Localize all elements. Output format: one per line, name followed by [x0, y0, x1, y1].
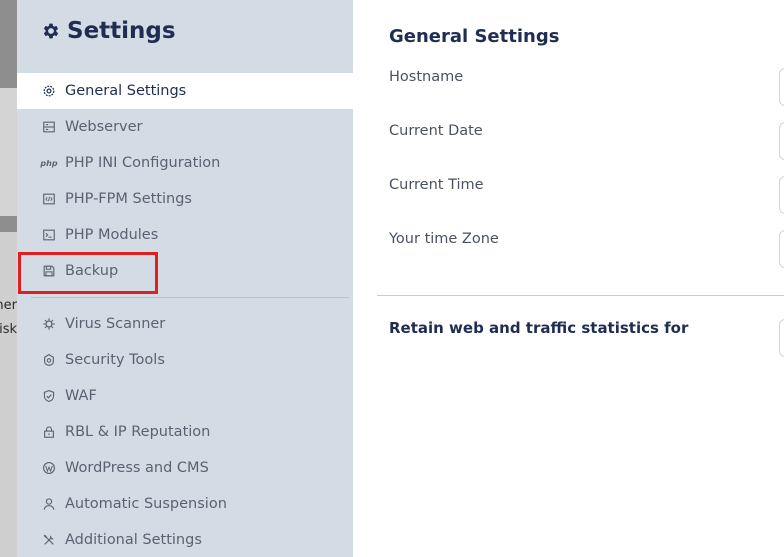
shield-icon — [42, 389, 56, 403]
nav-item-label: Additional Settings — [65, 532, 202, 548]
current-time-label: Current Time — [389, 177, 484, 193]
sidebar-header: Settings — [41, 18, 176, 44]
background-panel — [0, 88, 17, 216]
page-title: General Settings — [389, 26, 560, 47]
save-icon — [42, 264, 56, 278]
nav-item-label: Security Tools — [65, 352, 165, 368]
nav-item-php-modules[interactable]: PHP Modules — [17, 217, 353, 253]
hostname-input[interactable] — [779, 68, 784, 106]
nav-divider — [31, 297, 349, 298]
tools-icon — [42, 533, 56, 547]
nav-item-label: PHP INI Configuration — [65, 155, 221, 171]
nav-item-virus-scanner[interactable]: Virus Scanner — [17, 306, 353, 342]
timezone-select[interactable] — [779, 230, 784, 268]
code-icon — [42, 192, 56, 206]
background-content — [0, 232, 17, 557]
nav-item-automatic-suspension[interactable]: Automatic Suspension — [17, 486, 353, 522]
lock-icon — [42, 425, 56, 439]
nav-item-label: Automatic Suspension — [65, 496, 227, 512]
settings-sidebar: Settings General Settings Webserver php … — [17, 0, 353, 557]
gear-icon — [42, 84, 56, 98]
retain-statistics-select[interactable] — [779, 319, 784, 357]
hostname-label: Hostname — [389, 69, 464, 85]
section-divider — [377, 295, 784, 296]
main-panel: General Settings Hostname Current Date C… — [353, 0, 784, 557]
nav-item-label: Webserver — [65, 119, 143, 135]
current-time-input[interactable] — [779, 176, 784, 214]
nav-item-label: Virus Scanner — [65, 316, 166, 332]
nav-item-label: PHP Modules — [65, 227, 159, 243]
nav-item-wordpress-and-cms[interactable]: WordPress and CMS — [17, 450, 353, 486]
terminal-icon — [42, 228, 56, 242]
background-text: her — [0, 298, 17, 313]
security-icon — [42, 353, 56, 367]
nav-item-php-ini-configuration[interactable]: php PHP INI Configuration — [17, 145, 353, 181]
current-date-label: Current Date — [389, 123, 483, 139]
nav-item-additional-settings[interactable]: Additional Settings — [17, 522, 353, 557]
nav-item-label: Backup — [65, 263, 119, 279]
user-icon — [42, 497, 56, 511]
nav-item-label: RBL & IP Reputation — [65, 424, 211, 440]
nav-item-rbl-ip-reputation[interactable]: RBL & IP Reputation — [17, 414, 353, 450]
nav-item-php-fpm-settings[interactable]: PHP-FPM Settings — [17, 181, 353, 217]
nav-item-general-settings[interactable]: General Settings — [17, 73, 353, 109]
settings-nav: General Settings Webserver php PHP INI C… — [17, 73, 353, 557]
nav-item-waf[interactable]: WAF — [17, 378, 353, 414]
nav-item-label: General Settings — [65, 83, 187, 99]
nav-item-security-tools[interactable]: Security Tools — [17, 342, 353, 378]
server-icon — [42, 120, 56, 134]
nav-item-label: PHP-FPM Settings — [65, 191, 192, 207]
retain-statistics-label: Retain web and traffic statistics for — [389, 319, 689, 337]
nav-item-label: WordPress and CMS — [65, 460, 209, 476]
wordpress-icon — [42, 461, 56, 475]
nav-item-label: WAF — [65, 388, 97, 404]
gear-icon — [43, 23, 59, 39]
sidebar-title: Settings — [67, 18, 176, 44]
php-icon: php — [40, 158, 58, 168]
timezone-label: Your time Zone — [389, 231, 499, 247]
nav-item-webserver[interactable]: Webserver — [17, 109, 353, 145]
current-date-input[interactable] — [779, 122, 784, 160]
nav-item-backup[interactable]: Backup — [17, 253, 353, 289]
background-text: isk — [0, 322, 17, 337]
virus-icon — [42, 317, 56, 331]
